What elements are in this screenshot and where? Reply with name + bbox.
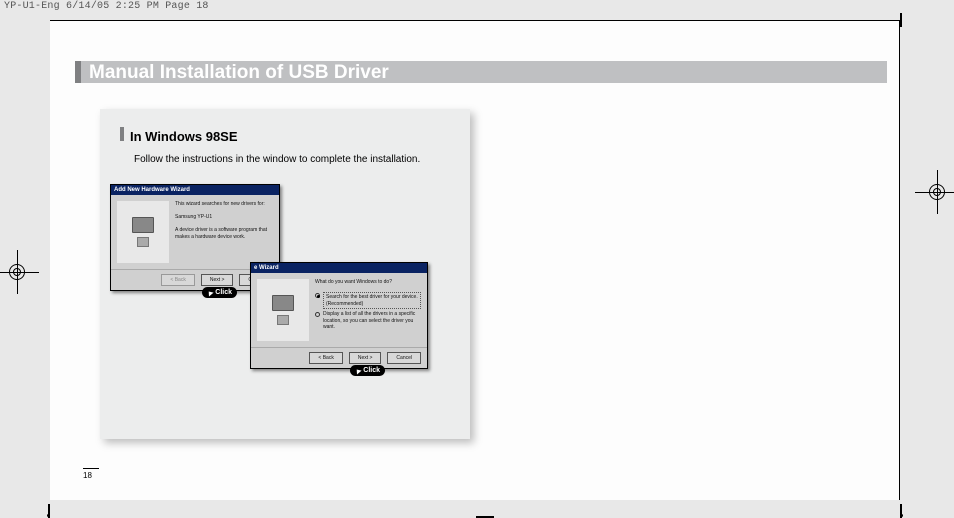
page-title: Manual Installation of USB Driver xyxy=(89,63,389,82)
content-card: In Windows 98SE Follow the instructions … xyxy=(100,109,470,439)
wizard2-cancel-button[interactable]: Cancel xyxy=(387,352,421,364)
wizard2-next-button[interactable]: Next > xyxy=(349,352,382,364)
wizard2-titlebar: e Wizard xyxy=(251,263,427,273)
wizard2-opt1-label: Search for the best driver for your devi… xyxy=(323,292,421,309)
page-number: 18 xyxy=(83,468,99,480)
page: Manual Installation of USB Driver In Win… xyxy=(50,20,900,500)
wizard-step-2: e Wizard What do you want Windows to do?… xyxy=(250,262,428,369)
title-accent xyxy=(75,61,81,83)
corner-dot-left xyxy=(47,514,50,517)
wizard2-back-button[interactable]: < Back xyxy=(309,352,342,364)
wizard1-device: Samsung YP-U1 xyxy=(175,214,273,221)
section-text: Follow the instructions in the window to… xyxy=(134,154,450,165)
wizard2-option-recommended[interactable]: Search for the best driver for your devi… xyxy=(315,292,421,309)
section-title: In Windows 98SE xyxy=(130,129,238,144)
wizard2-opt2-label: Display a list of all the drivers in a s… xyxy=(323,311,421,331)
crop-tick-tr xyxy=(900,13,902,27)
section-head: In Windows 98SE xyxy=(120,127,450,144)
wizard1-titlebar: Add New Hardware Wizard xyxy=(111,185,279,195)
title-bar: Manual Installation of USB Driver xyxy=(75,61,887,83)
wizard1-next-button[interactable]: Next > xyxy=(201,274,234,286)
wizard1-illustration xyxy=(117,201,169,263)
wizard2-illustration xyxy=(257,279,309,341)
radio-off-icon xyxy=(315,312,320,317)
reg-mark-right xyxy=(915,170,954,214)
radio-on-icon xyxy=(315,293,320,298)
reg-mark-left xyxy=(0,250,39,294)
wizard2-option-list[interactable]: Display a list of all the drivers in a s… xyxy=(315,311,421,331)
section-accent xyxy=(120,127,124,141)
wizard2-question: What do you want Windows to do? xyxy=(315,279,421,286)
wizard1-back-button[interactable]: < Back xyxy=(161,274,194,286)
wizard1-desc: A device driver is a software program th… xyxy=(175,227,273,241)
click-callout-2: Click xyxy=(350,365,385,376)
click-callout-1: Click xyxy=(202,287,237,298)
print-header: YP-U1-Eng 6/14/05 2:25 PM Page 18 xyxy=(4,2,209,12)
wizard1-lead: This wizard searches for new drivers for… xyxy=(175,201,273,208)
corner-dot-right xyxy=(900,514,903,517)
